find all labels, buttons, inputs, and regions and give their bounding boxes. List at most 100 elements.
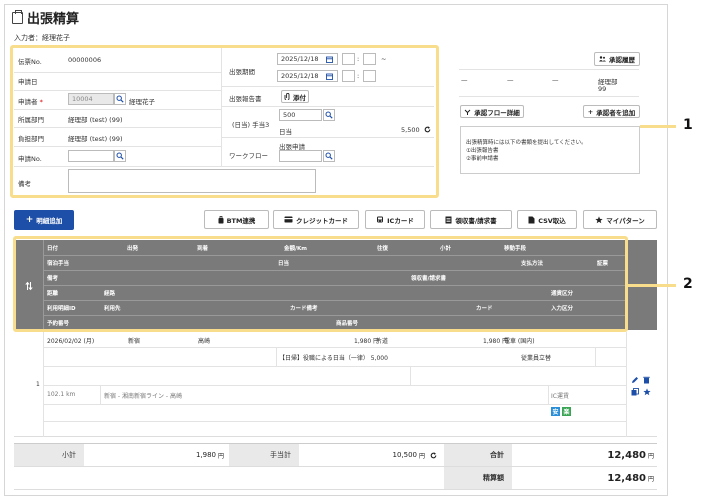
btm-button[interactable]: BTM連携 [204,210,269,229]
nitto-label: 日当 [279,128,292,136]
attach-label: 添付 [293,93,306,102]
approver-1: — [461,76,468,84]
approver-dept-code: 99 [598,85,607,93]
refresh-icon[interactable] [424,126,431,133]
search-icon [116,152,124,160]
row-distance: 102.1 km [47,391,76,398]
row-to: 高崎 [198,338,211,345]
total-label: 合計 [444,444,512,466]
add-approver-label: 承認者を追加 [596,108,636,117]
shinsei-no-input[interactable] [68,150,114,162]
edit-icon[interactable] [631,376,639,384]
shinsei-no-search-button[interactable] [114,150,126,162]
row-index: 1 [36,381,40,388]
shinsei-no-label: 申請No. [18,155,42,163]
credit-card-label: クレジットカード [296,216,348,225]
shozoku-value: 経理部 (test) (99) [68,116,123,124]
add-approver-button[interactable]: + 承認者を追加 [583,105,640,118]
notice-box: 出張精算時には以下の書類を提出してください。 ①出張報告書 ②事前申請書 [460,126,640,174]
teate-input[interactable]: 500 [279,109,322,121]
workflow-input[interactable] [279,150,322,162]
teate-search-button[interactable] [323,109,335,121]
paperclip-icon [284,93,290,100]
shinseibi-label: 申請日 [18,78,38,86]
teate-label: (日当) 手当3 [232,121,270,129]
favorite-star-icon[interactable] [643,388,651,396]
flow-detail-button[interactable]: 承認フロー詳細 [460,105,524,118]
callout-1-line [640,125,676,128]
people-icon [599,56,606,62]
shinseisha-code-input[interactable]: 10004 [68,93,114,105]
search-icon [325,111,333,119]
add-detail-button[interactable]: + 明細追加 [14,210,74,230]
clipboard-icon [12,9,23,24]
row-date: 2026/02/02 (月) [47,338,95,345]
teate-total-value: 10,500 円 [392,451,425,460]
trash-icon[interactable] [643,376,650,384]
tag-easy: 楽 [562,407,571,416]
subtotal-value: 1,980 円 [195,451,224,460]
my-pattern-button[interactable]: マイパターン [583,210,657,229]
callout-2: 2 [683,276,693,292]
date-to-text: 2025/12/18 [281,72,319,80]
notice-line-2: ①出張報告書 [466,148,499,154]
biko-label: 備考 [18,180,31,188]
star-icon [595,215,603,223]
receipt-icon [445,216,452,223]
attach-button[interactable]: 添付 [281,90,309,103]
plus-icon: + [587,107,594,116]
denpyo-value: 00000006 [68,56,102,64]
teate-total-label: 手当計 [229,444,299,466]
workflow-search-button[interactable] [323,150,335,162]
luggage-icon [218,215,224,223]
notice-line-1: 出張精算時には以下の書類を提出してください。 [466,140,587,146]
approval-history-button[interactable]: 承認履歴 [594,52,640,66]
plus-icon: + [25,215,34,225]
shinseisha-search-button[interactable] [114,93,126,105]
futan-label: 負担部門 [18,135,44,143]
futan-value: 経理部 (test) (99) [68,135,123,143]
approver-3: — [552,76,559,84]
search-icon [325,152,333,160]
shozoku-label: 所属部門 [18,116,44,124]
biko-textarea[interactable] [68,169,316,193]
row-transport: 電車 (国内) [504,338,535,345]
tilde: ~ [381,55,387,63]
workflow-label: ワークフロー [229,152,268,160]
denpyo-label: 伝票No. [18,58,42,66]
receipt-label: 領収書/請求書 [455,216,497,225]
csv-import-label: CSV取込 [538,216,566,225]
time-from-hour[interactable] [342,53,355,65]
row-from: 新宿 [128,338,141,345]
nitto-amount: 5,500 [401,126,420,134]
date-from-text: 2025/12/18 [281,55,319,63]
credit-card-button[interactable]: クレジットカード [273,210,359,229]
btm-label: BTM連携 [226,216,256,225]
page-title: 出張精算 [12,8,79,27]
ic-card-button[interactable]: ICカード [365,210,425,229]
notice-line-3: ②事前申請書 [466,156,499,162]
row-route: 新宿 - 湘南新宿ライン - 高崎 [104,393,182,400]
flow-detail-label: 承認フロー詳細 [474,108,520,117]
colon-2: : [357,72,360,80]
receipt-button[interactable]: 領収書/請求書 [430,210,512,229]
csv-import-button[interactable]: CSV取込 [517,210,577,229]
colon-1: : [357,55,360,63]
kikan-label: 出張期間 [229,68,255,76]
calendar-icon[interactable] [326,56,333,63]
inputter-label: 入力者：経理花子 [14,34,70,42]
approver-2: — [507,76,514,84]
time-to-hour[interactable] [342,70,355,82]
row-roundtrip: 片道 [376,338,389,345]
total-value: 12,480 円 [607,449,654,461]
my-pattern-label: マイパターン [606,216,645,225]
time-to-min[interactable] [363,70,376,82]
calendar-icon[interactable] [326,73,333,80]
shinseisha-name: 経理花子 [129,98,155,106]
callout-1: 1 [683,117,693,133]
copy-icon[interactable] [631,388,639,396]
seisan-value: 12,480 円 [607,472,654,484]
time-from-min[interactable] [363,53,376,65]
refresh-icon[interactable] [430,452,437,459]
seisan-label: 精算額 [444,467,512,489]
